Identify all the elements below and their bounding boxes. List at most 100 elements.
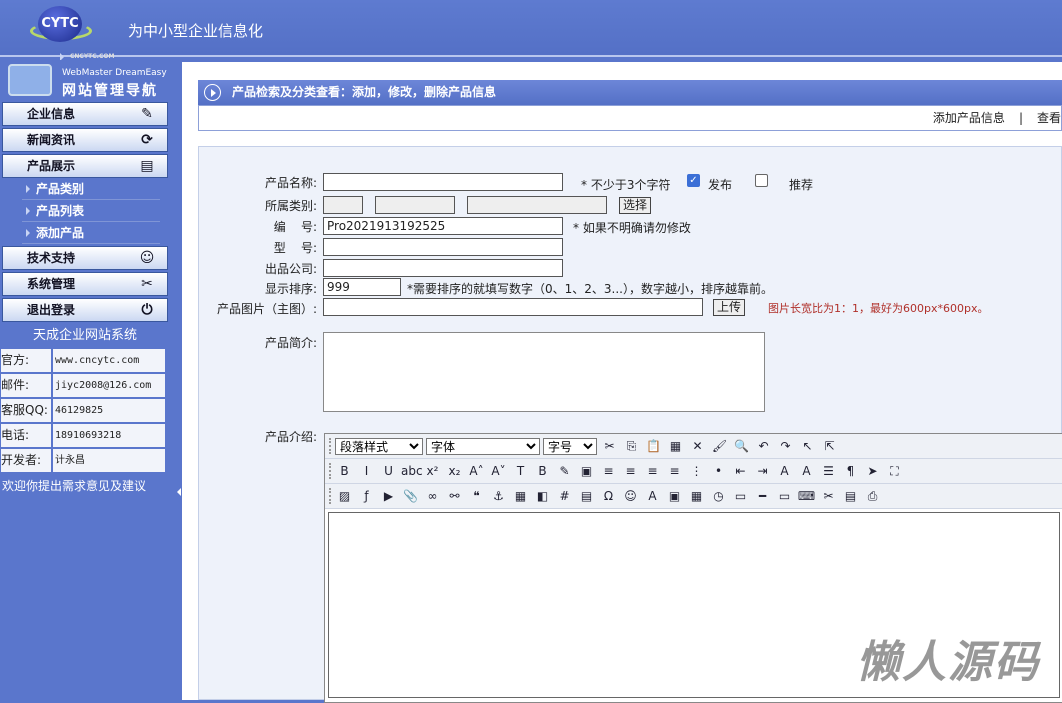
print-icon[interactable]: ⎙ (863, 487, 882, 506)
code-icon[interactable]: ⌨ (797, 487, 816, 506)
add-product-link[interactable]: 添加产品信息 (933, 111, 1005, 125)
clean-icon[interactable]: 🖌 (710, 437, 729, 456)
menu-item[interactable]: 新闻资讯 ⟳ (2, 128, 168, 152)
company-input[interactable] (323, 259, 563, 277)
layer-icon[interactable]: ◧ (533, 487, 552, 506)
link-icon[interactable]: ∞ (423, 487, 442, 506)
submenu-item[interactable]: 产品类别 (22, 178, 160, 200)
arrow-left-icon (173, 488, 181, 496)
submenu-item[interactable]: 添加产品 (22, 222, 160, 244)
hr-icon[interactable]: ━ (753, 487, 772, 506)
page-icon[interactable]: ▭ (731, 487, 750, 506)
product-code-input[interactable]: Pro2021913192525 (323, 217, 563, 235)
border-icon[interactable]: ▣ (577, 462, 596, 481)
info-key: 开发者: (0, 448, 52, 473)
font-grow-icon[interactable]: A˄ (467, 462, 486, 481)
menu-item-label: 系统管理 (27, 277, 76, 291)
anchor-icon[interactable]: ⚓ (489, 487, 508, 506)
undo-icon[interactable]: ↶ (754, 437, 773, 456)
category-label: 所属类别: (264, 199, 317, 213)
font-size-select[interactable]: 字号 (543, 437, 597, 455)
paste-icon[interactable]: 📋 (644, 437, 663, 456)
category-level1-input[interactable] (323, 196, 363, 214)
align-right-icon[interactable]: ≡ (643, 462, 662, 481)
para-icon[interactable]: ¶ (841, 462, 860, 481)
upload-button[interactable]: 上传 (713, 299, 746, 316)
paragraph-style-select[interactable]: 段落样式 (335, 437, 423, 455)
font-select[interactable]: 字体 (426, 437, 540, 455)
subscript-icon[interactable]: x₂ (445, 462, 464, 481)
menu-item[interactable]: 技术支持 ☺ (2, 246, 168, 270)
art-icon[interactable]: A (643, 487, 662, 506)
emoji-icon[interactable]: ☺ (621, 487, 640, 506)
menu-item[interactable]: 退出登录 ⏻ (2, 298, 168, 322)
bold-icon[interactable]: B (335, 462, 354, 481)
font-shrink-icon[interactable]: A˅ (489, 462, 508, 481)
product-image-input[interactable] (323, 298, 703, 316)
delete-icon[interactable]: ✕ (688, 437, 707, 456)
select-category-button[interactable]: 选择 (619, 197, 652, 214)
editor-toolbar-2: B I Uabc x² x₂ A˄ A˅ T B ✎ ▣ ≡ ≡ ≡ ≡ ⋮ • ⇤ ⇥ A A ☰ ¶ ➤ ⛶ (325, 459, 1062, 484)
cut-icon[interactable]: ✂ (600, 437, 619, 456)
attach-icon[interactable]: 📎 (401, 487, 420, 506)
select-icon[interactable]: ↖ (798, 437, 817, 456)
marquee-icon[interactable]: ▭ (775, 487, 794, 506)
flash-icon[interactable]: ƒ (357, 487, 376, 506)
model-input[interactable] (323, 238, 563, 256)
find-icon[interactable]: 🔍 (732, 437, 751, 456)
align-left-icon[interactable]: ≡ (599, 462, 618, 481)
preview-icon[interactable]: ▤ (841, 487, 860, 506)
date-icon[interactable]: ▦ (687, 487, 706, 506)
line-height-icon[interactable]: ☰ (819, 462, 838, 481)
publish-checkbox[interactable]: ✓ (687, 174, 700, 187)
text-color-icon[interactable]: T (511, 462, 530, 481)
pagebreak-icon[interactable]: ✂ (819, 487, 838, 506)
category-level2-input[interactable] (375, 196, 455, 214)
template-icon[interactable]: ➤ (863, 462, 882, 481)
menu-item[interactable]: 企业信息 ✎ (2, 102, 168, 126)
category-level3-input[interactable] (467, 196, 607, 214)
image-frame-icon[interactable]: ▣ (665, 487, 684, 506)
intro-textarea[interactable] (323, 332, 765, 412)
underline-icon[interactable]: U (379, 462, 398, 481)
fullscreen-icon[interactable]: ⛶ (885, 462, 904, 481)
outdent-icon[interactable]: ⇤ (731, 462, 750, 481)
format-icon[interactable]: ✎ (555, 462, 574, 481)
menu-item[interactable]: 产品展示 ▤ (2, 154, 168, 178)
submenu-item[interactable]: 产品列表 (22, 200, 160, 222)
time-icon[interactable]: ◷ (709, 487, 728, 506)
menu-item[interactable]: 系统管理 ✂ (2, 272, 168, 296)
unlink-icon[interactable]: ⚯ (445, 487, 464, 506)
omega-icon[interactable]: Ω (599, 487, 618, 506)
redo-icon[interactable]: ↷ (776, 437, 795, 456)
pointer-icon[interactable]: ⇱ (820, 437, 839, 456)
grid-icon[interactable]: # (555, 487, 574, 506)
collapse-sidebar-toggle[interactable] (170, 60, 182, 700)
ordered-list-icon[interactable]: ⋮ (687, 462, 706, 481)
table-icon[interactable]: ▦ (511, 487, 530, 506)
rtl-icon[interactable]: A (797, 462, 816, 481)
bullet-list-icon[interactable]: • (709, 462, 728, 481)
product-name-input[interactable] (323, 173, 563, 191)
image-icon[interactable]: ▨ (335, 487, 354, 506)
indent-icon[interactable]: ⇥ (753, 462, 772, 481)
quote-icon[interactable]: ❝ (467, 487, 486, 506)
fieldset-icon[interactable]: ▤ (577, 487, 596, 506)
paste-text-icon[interactable]: ▦ (666, 437, 685, 456)
align-center-icon[interactable]: ≡ (621, 462, 640, 481)
info-row: 电话: 18910693218 (0, 423, 170, 448)
copy-icon[interactable]: ⎘ (622, 437, 641, 456)
recommend-checkbox[interactable] (755, 174, 768, 187)
view-link[interactable]: 查看 (1037, 111, 1061, 125)
media-icon[interactable]: ▶ (379, 487, 398, 506)
ltr-icon[interactable]: A (775, 462, 794, 481)
display-order-input[interactable]: 999 (323, 278, 401, 296)
welcome-text: 欢迎你提出需求意见及建议 (2, 479, 147, 493)
intro-label: 产品简介: (264, 336, 317, 350)
strike-icon[interactable]: abc (401, 462, 423, 481)
separator: | (1018, 111, 1023, 125)
italic-icon[interactable]: I (357, 462, 376, 481)
justify-icon[interactable]: ≡ (665, 462, 684, 481)
bg-color-icon[interactable]: B (533, 462, 552, 481)
superscript-icon[interactable]: x² (423, 462, 442, 481)
